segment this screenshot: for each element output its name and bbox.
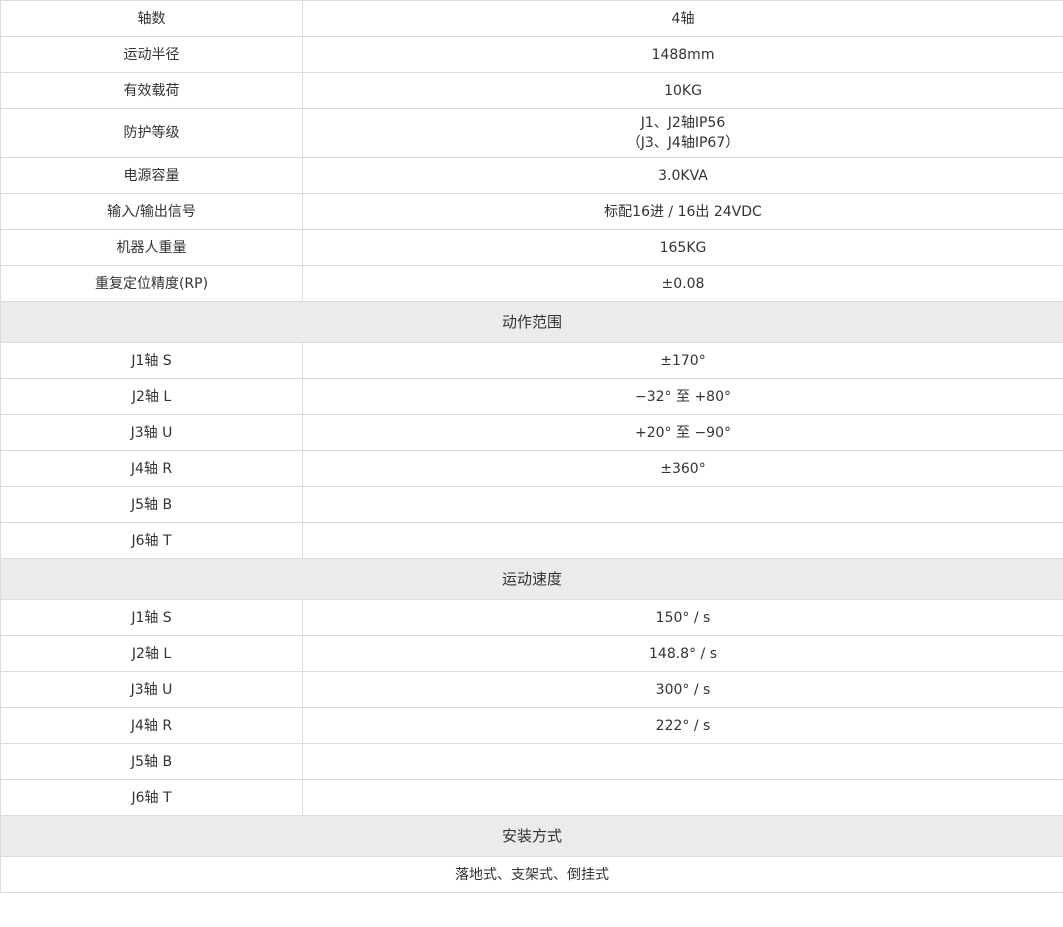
table-row: 有效载荷 10KG [0, 72, 1063, 109]
spec-label: 轴数 [0, 0, 303, 37]
spec-value: 150° / s [302, 599, 1063, 636]
spec-label: J5轴 B [0, 486, 303, 523]
spec-label: J2轴 L [0, 378, 303, 415]
spec-value-line: 150° / s [655, 609, 711, 626]
spec-value: −32° 至 +80° [302, 378, 1063, 415]
spec-label: J4轴 R [0, 707, 303, 744]
spec-label: J6轴 T [0, 522, 303, 559]
spec-value [302, 743, 1063, 780]
spec-label: J4轴 R [0, 450, 303, 487]
spec-label: J6轴 T [0, 779, 303, 816]
spec-value-line: 标配16进 / 16出 24VDC [604, 203, 762, 220]
table-row: J5轴 B [0, 486, 1063, 523]
spec-value-line: 3.0KVA [658, 167, 708, 184]
spec-label: J5轴 B [0, 743, 303, 780]
spec-value: 标配16进 / 16出 24VDC [302, 193, 1063, 230]
spec-table-body: 轴数 4轴运动半径 1488mm 有效载荷 10KG 防护等级 J1、J2轴IP56 （J3、… [0, 0, 1063, 893]
table-row: J2轴 L 148.8° / s [0, 635, 1063, 672]
table-row: 运动半径 1488mm [0, 36, 1063, 73]
table-row: J6轴 T [0, 522, 1063, 559]
spec-value-line: −32° 至 +80° [635, 388, 731, 405]
spec-label: 重复定位精度(RP) [0, 265, 303, 302]
spec-value: ±0.08 [302, 265, 1063, 302]
spec-value: 300° / s [302, 671, 1063, 708]
spec-value-line: 1488mm [651, 46, 715, 63]
spec-label: J3轴 U [0, 414, 303, 451]
spec-value-line: 10KG [664, 82, 702, 99]
spec-table: 轴数 4轴运动半径 1488mm 有效载荷 10KG 防护等级 J1、J2轴IP56 （J3、… [0, 0, 1063, 893]
section-header: 运动速度 [0, 558, 1063, 600]
spec-value [302, 779, 1063, 816]
spec-value-line: ±170° [660, 352, 706, 369]
table-row: J3轴 U 300° / s [0, 671, 1063, 708]
spec-label: J3轴 U [0, 671, 303, 708]
spec-value: J1、J2轴IP56 （J3、J4轴IP67） [302, 108, 1063, 158]
spec-value: ±360° [302, 450, 1063, 487]
spec-value: ±170° [302, 342, 1063, 379]
spec-label: J2轴 L [0, 635, 303, 672]
spec-value: 3.0KVA [302, 157, 1063, 194]
table-row: 落地式、支架式、倒挂式 [0, 856, 1063, 893]
spec-value: 10KG [302, 72, 1063, 109]
spec-value [302, 522, 1063, 559]
full-width-value: 落地式、支架式、倒挂式 [0, 856, 1063, 893]
table-row: 防护等级 J1、J2轴IP56 （J3、J4轴IP67） [0, 108, 1063, 158]
spec-value-line: （J3、J4轴IP67） [626, 135, 740, 151]
spec-label: J1轴 S [0, 342, 303, 379]
spec-value: 148.8° / s [302, 635, 1063, 672]
spec-label: 机器人重量 [0, 229, 303, 266]
spec-value [302, 486, 1063, 523]
table-row: J4轴 R ±360° [0, 450, 1063, 487]
table-row: 机器人重量 165KG [0, 229, 1063, 266]
spec-value-line: 300° / s [655, 681, 711, 698]
section-header: 动作范围 [0, 301, 1063, 343]
spec-value-line: +20° 至 −90° [635, 424, 731, 441]
section-header-row: 动作范围 [0, 301, 1063, 343]
table-row: J1轴 S 150° / s [0, 599, 1063, 636]
table-row: J1轴 S ±170° [0, 342, 1063, 379]
spec-label: 运动半径 [0, 36, 303, 73]
spec-value-line: ±360° [660, 460, 706, 477]
spec-value-line: 165KG [659, 239, 707, 256]
spec-label: 有效载荷 [0, 72, 303, 109]
table-row: 输入/输出信号 标配16进 / 16出 24VDC [0, 193, 1063, 230]
table-row: J2轴 L −32° 至 +80° [0, 378, 1063, 415]
spec-value-line: J1、J2轴IP56 [640, 115, 726, 131]
section-header: 安装方式 [0, 815, 1063, 857]
spec-label: J1轴 S [0, 599, 303, 636]
spec-value: 222° / s [302, 707, 1063, 744]
spec-value: 4轴 [302, 0, 1063, 37]
spec-value-line: 222° / s [655, 717, 711, 734]
table-row: J5轴 B [0, 743, 1063, 780]
spec-label: 输入/输出信号 [0, 193, 303, 230]
section-header-row: 安装方式 [0, 815, 1063, 857]
table-row: 轴数 4轴 [0, 0, 1063, 37]
spec-label: 防护等级 [0, 108, 303, 158]
table-row: 重复定位精度(RP) ±0.08 [0, 265, 1063, 302]
section-header-row: 运动速度 [0, 558, 1063, 600]
spec-value-line: 4轴 [671, 10, 695, 27]
spec-value: +20° 至 −90° [302, 414, 1063, 451]
spec-value: 165KG [302, 229, 1063, 266]
spec-value-line: ±0.08 [661, 275, 705, 292]
table-row: J6轴 T [0, 779, 1063, 816]
spec-value-line: 148.8° / s [649, 645, 717, 662]
spec-value: 1488mm [302, 36, 1063, 73]
table-row: J4轴 R 222° / s [0, 707, 1063, 744]
table-row: 电源容量 3.0KVA [0, 157, 1063, 194]
spec-label: 电源容量 [0, 157, 303, 194]
table-row: J3轴 U +20° 至 −90° [0, 414, 1063, 451]
